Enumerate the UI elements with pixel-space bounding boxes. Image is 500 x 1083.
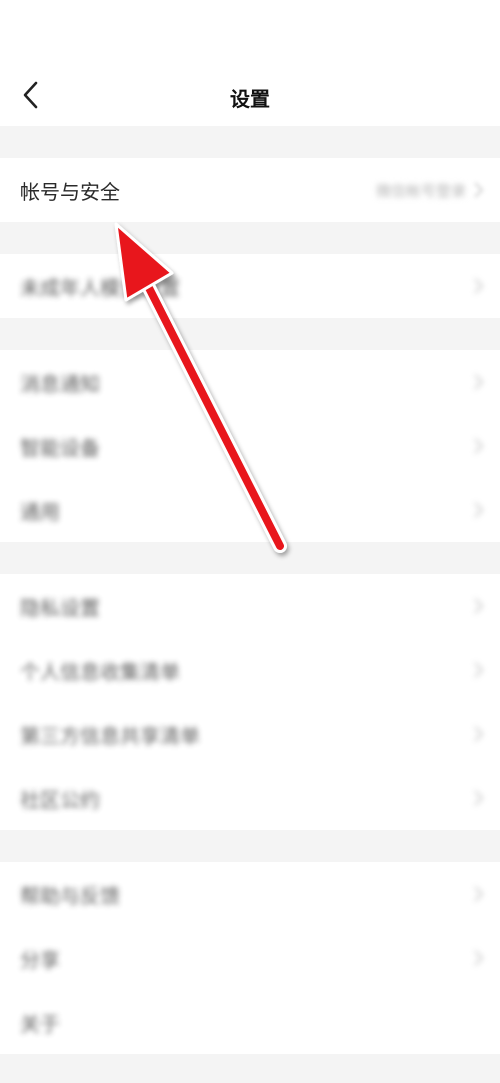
chevron-right-icon (474, 662, 484, 678)
settings-item-personal-info-list[interactable]: 个人信息收集清单 (0, 638, 500, 702)
chevron-right-icon (474, 374, 484, 390)
settings-item-label: 通用 (20, 499, 60, 524)
status-bar (0, 0, 500, 64)
settings-item-third-party-sharing[interactable]: 第三方信息共享清单 (0, 702, 500, 766)
chevron-right-icon (474, 278, 484, 294)
settings-item-label: 关于 (20, 1011, 60, 1036)
settings-item-label: 帮助与反馈 (20, 883, 120, 908)
settings-item-label: 帐号与安全 (20, 179, 120, 204)
chevron-right-icon (474, 790, 484, 806)
chevron-right-icon (474, 502, 484, 518)
chevron-right-icon (474, 598, 484, 614)
settings-item-label: 智能设备 (20, 435, 100, 460)
settings-item-privacy[interactable]: 隐私设置 (0, 574, 500, 638)
settings-group-account: 帐号与安全 微信帐号登录 (0, 158, 500, 222)
settings-group-minor: 未成年人模式设置 (0, 254, 500, 318)
settings-item-label: 社区公约 (20, 787, 100, 812)
settings-item-label: 消息通知 (20, 371, 100, 396)
settings-item-community-guidelines[interactable]: 社区公约 (0, 766, 500, 830)
settings-item-about[interactable]: 关于 (0, 990, 500, 1054)
settings-group-about: 帮助与反馈 分享 关于 (0, 862, 500, 1054)
settings-item-share[interactable]: 分享 (0, 926, 500, 990)
settings-item-label: 分享 (20, 947, 60, 972)
settings-item-label: 隐私设置 (20, 595, 100, 620)
settings-item-notifications[interactable]: 消息通知 (0, 350, 500, 414)
settings-item-value: 微信帐号登录 (375, 181, 466, 200)
settings-item-label: 第三方信息共享清单 (20, 723, 200, 748)
settings-item-help-feedback[interactable]: 帮助与反馈 (0, 862, 500, 926)
settings-item-general[interactable]: 通用 (0, 478, 500, 542)
chevron-right-icon (474, 438, 484, 454)
settings-group-privacy: 隐私设置 个人信息收集清单 第三方信息共享清单 社区公约 (0, 574, 500, 830)
settings-item-label: 个人信息收集清单 (20, 659, 180, 684)
chevron-right-icon (474, 726, 484, 742)
chevron-right-icon (474, 950, 484, 966)
settings-item-minor-mode[interactable]: 未成年人模式设置 (0, 254, 500, 318)
settings-item-label: 未成年人模式设置 (20, 275, 180, 300)
nav-bar: 设置 (0, 64, 500, 126)
page-title: 设置 (230, 87, 270, 111)
chevron-right-icon (474, 886, 484, 902)
settings-group-general: 消息通知 智能设备 通用 (0, 350, 500, 542)
chevron-right-icon (474, 182, 484, 198)
settings-item-account-security[interactable]: 帐号与安全 微信帐号登录 (0, 158, 500, 222)
settings-item-smart-devices[interactable]: 智能设备 (0, 414, 500, 478)
